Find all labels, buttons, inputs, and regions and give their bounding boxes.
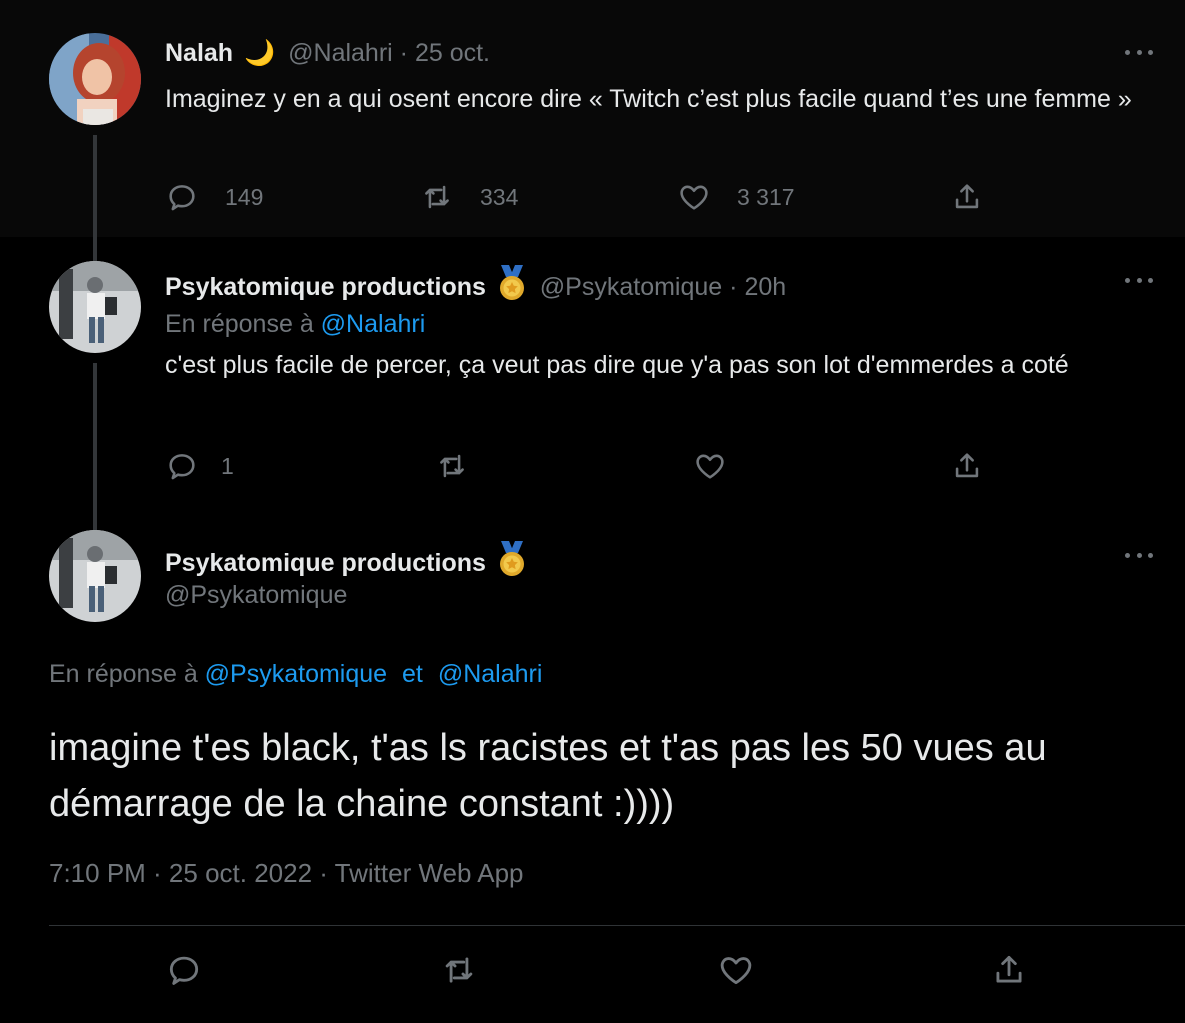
- like-icon: [720, 957, 752, 985]
- share-button[interactable]: [950, 448, 984, 484]
- reply-prefix: En réponse à: [165, 310, 314, 338]
- thread-line: [93, 237, 97, 261]
- like-icon: [680, 185, 708, 210]
- tweet-actions: 1: [165, 448, 995, 484]
- share-button[interactable]: [950, 179, 984, 215]
- retweet-icon: [425, 185, 449, 209]
- tweet-text: Imaginez y en a qui osent encore dire « …: [165, 85, 1132, 113]
- share-icon: [955, 453, 979, 478]
- user-handle-line: @Psykatomique: [165, 581, 347, 610]
- like-button[interactable]: [693, 448, 727, 484]
- more-icon[interactable]: [1125, 47, 1153, 57]
- avatar-nalah[interactable]: [49, 33, 141, 125]
- user-handle[interactable]: @Nalahri: [288, 39, 393, 67]
- reply-icon: [169, 956, 199, 985]
- avatar-psykatomique[interactable]: [49, 261, 141, 353]
- medal-icon: [497, 265, 527, 308]
- more-icon[interactable]: [1125, 550, 1153, 560]
- separator: ·: [729, 273, 738, 301]
- avatar-psykatomique[interactable]: [49, 530, 141, 622]
- tweet-focused: Psykatomique productions @Psykatomique E…: [0, 520, 1185, 1023]
- user-handle[interactable]: @Psykatomique: [165, 581, 347, 609]
- reply-icon: [169, 454, 195, 480]
- reply-count: 1: [221, 452, 234, 479]
- user-handle[interactable]: @Psykatomique: [540, 273, 722, 301]
- share-button[interactable]: [990, 952, 1028, 988]
- more-icon[interactable]: [1125, 275, 1153, 285]
- thread-line: [93, 135, 97, 237]
- reply-prefix: En réponse à: [49, 660, 198, 688]
- user-name[interactable]: Psykatomique productions: [165, 273, 486, 301]
- reply-context: En réponse à @Psykatomique et @Nalahri: [49, 660, 542, 689]
- reply-count: 149: [225, 183, 264, 210]
- reply-button[interactable]: [165, 952, 203, 988]
- like-count: 3 317: [737, 183, 795, 210]
- like-button[interactable]: [717, 952, 755, 988]
- divider: [49, 925, 1185, 926]
- medal-icon: [497, 541, 527, 584]
- retweet-button[interactable]: 334: [420, 179, 518, 215]
- like-button[interactable]: 3 317: [677, 179, 795, 215]
- tweet-meta[interactable]: 7:10 PM · 25 oct. 2022 · Twitter Web App: [49, 858, 524, 889]
- retweet-icon: [440, 454, 464, 478]
- reply-context: En réponse à @Nalahri: [165, 310, 425, 339]
- tweet-text: imagine t'es black, t'as ls racistes et …: [49, 727, 1047, 825]
- moon-emoji: 🌙: [244, 38, 276, 67]
- retweet-button[interactable]: [435, 448, 469, 484]
- tweet-actions: 149 334 3 317: [165, 179, 995, 215]
- reply-button[interactable]: 1: [165, 448, 234, 484]
- tweet-nalah[interactable]: Nalah 🌙 @Nalahri · 25 oct. Imaginez y en…: [0, 0, 1185, 237]
- reply-button[interactable]: 149: [165, 179, 263, 215]
- reply-to-link[interactable]: @Nalahri: [321, 310, 426, 338]
- thread-line: [93, 520, 97, 530]
- reply-icon: [169, 185, 195, 211]
- reply-to-link-2[interactable]: @Nalahri: [438, 660, 543, 688]
- like-icon: [696, 454, 724, 479]
- share-icon: [996, 955, 1022, 983]
- tweet-psykatomique-reply[interactable]: Psykatomique productions @Psykatomique ·…: [0, 237, 1185, 520]
- tweet-header: Psykatomique productions @Psykatomique ·…: [165, 265, 786, 308]
- separator: ·: [399, 39, 408, 67]
- retweet-button[interactable]: [440, 952, 478, 988]
- retweet-icon: [445, 957, 473, 983]
- user-name[interactable]: Psykatomique productions: [165, 549, 486, 577]
- user-name[interactable]: Nalah: [165, 39, 233, 67]
- tweet-header: Psykatomique productions: [165, 541, 533, 584]
- thread-line: [93, 363, 97, 520]
- retweet-count: 334: [480, 183, 519, 210]
- reply-to-link-1[interactable]: @Psykatomique: [205, 660, 387, 688]
- share-icon: [955, 184, 979, 209]
- tweet-actions: [165, 952, 1022, 988]
- tweet-header: Nalah 🌙 @Nalahri · 25 oct.: [165, 38, 490, 68]
- tweet-text: c'est plus facile de percer, ça veut pas…: [165, 351, 1069, 379]
- reply-and: et: [402, 660, 423, 688]
- tweet-time[interactable]: 20h: [744, 273, 786, 301]
- tweet-time[interactable]: 25 oct.: [415, 39, 490, 67]
